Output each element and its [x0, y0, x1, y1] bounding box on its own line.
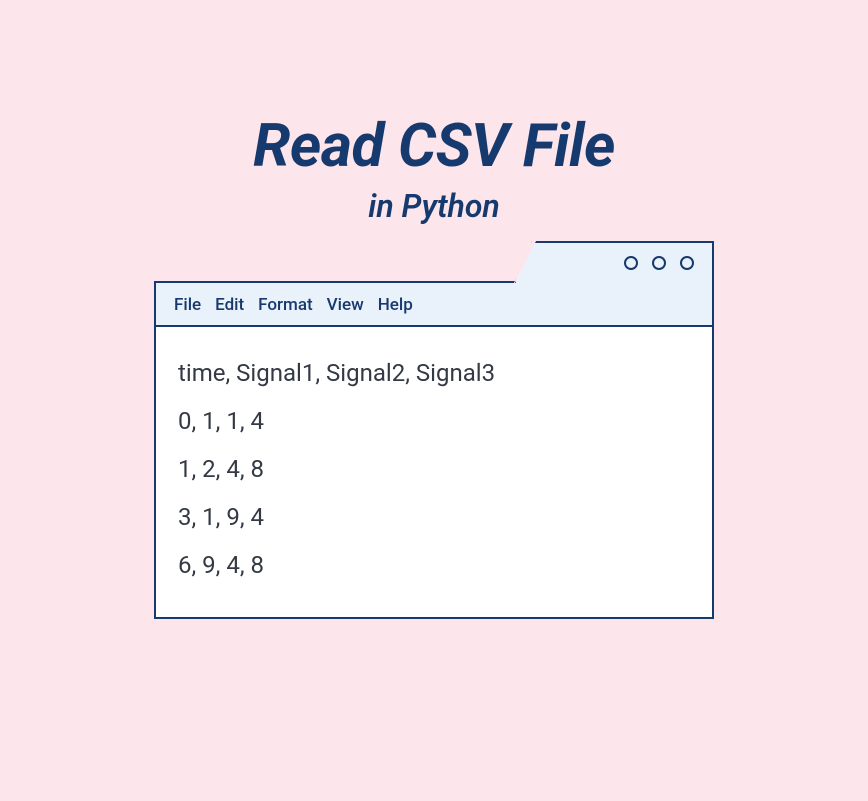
window-button-2-icon[interactable]	[652, 256, 666, 270]
csv-data-line: 3, 1, 9, 4	[178, 493, 690, 541]
menu-bar: File Edit Format View Help	[156, 283, 712, 327]
csv-header-line: time, Signal1, Signal2, Signal3	[178, 349, 690, 397]
editor-content: time, Signal1, Signal2, Signal3 0, 1, 1,…	[156, 327, 712, 617]
window-tab-bar	[514, 241, 714, 283]
menu-format[interactable]: Format	[258, 295, 312, 315]
window-button-3-icon[interactable]	[680, 256, 694, 270]
editor-window: File Edit Format View Help time, Signal1…	[154, 281, 714, 619]
menu-edit[interactable]: Edit	[215, 295, 244, 315]
page-title: Read CSV File	[253, 110, 615, 181]
menu-file[interactable]: File	[174, 295, 201, 315]
csv-data-line: 1, 2, 4, 8	[178, 445, 690, 493]
title-block: Read CSV File in Python	[253, 110, 615, 225]
menu-help[interactable]: Help	[378, 295, 413, 315]
tab-slash-decor	[505, 239, 526, 286]
csv-data-line: 0, 1, 1, 4	[178, 397, 690, 445]
window-button-1-icon[interactable]	[624, 256, 638, 270]
csv-data-line: 6, 9, 4, 8	[178, 541, 690, 589]
menu-view[interactable]: View	[327, 295, 364, 315]
page-subtitle: in Python	[253, 187, 615, 225]
